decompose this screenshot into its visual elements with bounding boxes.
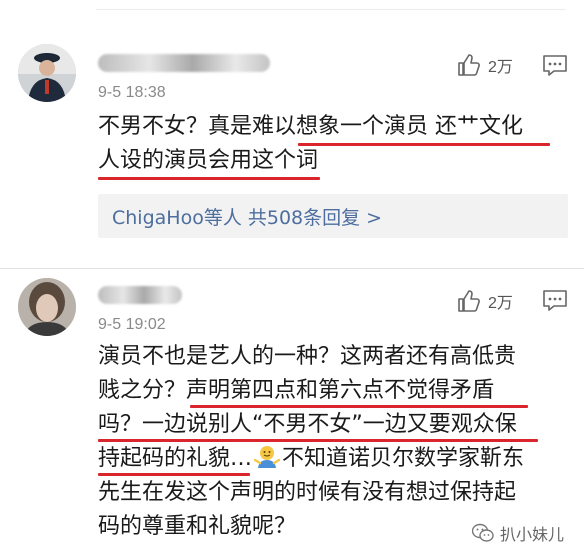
- red-underline: [98, 473, 250, 476]
- avatar-image: [18, 44, 76, 102]
- username-blurred[interactable]: [98, 54, 270, 72]
- comment-line: 人设的演员会用这个词: [98, 148, 319, 173]
- comment-divider: [0, 268, 584, 269]
- comment-2: 9-5 19:02 2万 演员不也是艺人的一种？这两者还有高低贵 贱之分？声明第…: [0, 272, 584, 553]
- red-underline: [98, 177, 320, 180]
- comment-line-with-emoji: 持起码的礼貌… 不知道诺贝尔数学家靳东: [98, 442, 524, 476]
- like-button[interactable]: 2万: [456, 52, 513, 78]
- comment-time: 9-5 18:38: [98, 84, 166, 101]
- comment-line: 吗？一边说别人“不男不女”一边又要观众保: [98, 412, 517, 437]
- comment-line: 先生在发这个声明的时候有没有想过保持起: [98, 480, 517, 505]
- comment-icon[interactable]: [541, 54, 569, 78]
- top-divider: [96, 0, 566, 10]
- comment-time: 9-5 19:02: [98, 316, 166, 333]
- replies-summary-text: ChigaHoo等人 共508条回复 >: [112, 207, 383, 229]
- like-button[interactable]: 2万: [456, 288, 513, 314]
- red-underline: [98, 439, 538, 442]
- thumbs-up-icon: [458, 290, 480, 312]
- username-blurred[interactable]: [98, 286, 182, 304]
- thumbs-up-icon: [458, 54, 480, 76]
- comment-line: 演员不也是艺人的一种？这两者还有高低贵: [98, 344, 517, 369]
- comment-1: 9-5 18:38 2万 不男不女？真是难以想象一个演员 还艹文化 人设的演员会…: [0, 34, 584, 270]
- red-underline: [298, 143, 550, 146]
- like-count: 2万: [488, 295, 513, 312]
- comment-icon[interactable]: [541, 289, 569, 313]
- avatar-image: [18, 278, 76, 336]
- watermark: 扒小妹儿: [471, 521, 564, 545]
- comment-line: 贱之分？声明第四点和第六点不觉得矛盾: [98, 378, 495, 403]
- red-underline: [190, 405, 528, 408]
- replies-summary[interactable]: ChigaHoo等人 共508条回复 >: [98, 194, 568, 238]
- shrug-emoji-icon: [254, 446, 281, 468]
- wechat-logo-icon: [471, 523, 494, 542]
- like-count: 2万: [488, 59, 513, 76]
- comment-line: 码的尊重和礼貌呢？: [98, 514, 297, 539]
- avatar[interactable]: [18, 44, 76, 102]
- comment-line: 不男不女？真是难以想象一个演员 还艹文化: [98, 114, 523, 139]
- comment-line-start: 持起码的礼貌…: [98, 446, 253, 471]
- comment-line-tail: 不知道诺贝尔数学家靳东: [282, 446, 525, 471]
- watermark-text: 扒小妹儿: [499, 525, 564, 544]
- avatar[interactable]: [18, 278, 76, 336]
